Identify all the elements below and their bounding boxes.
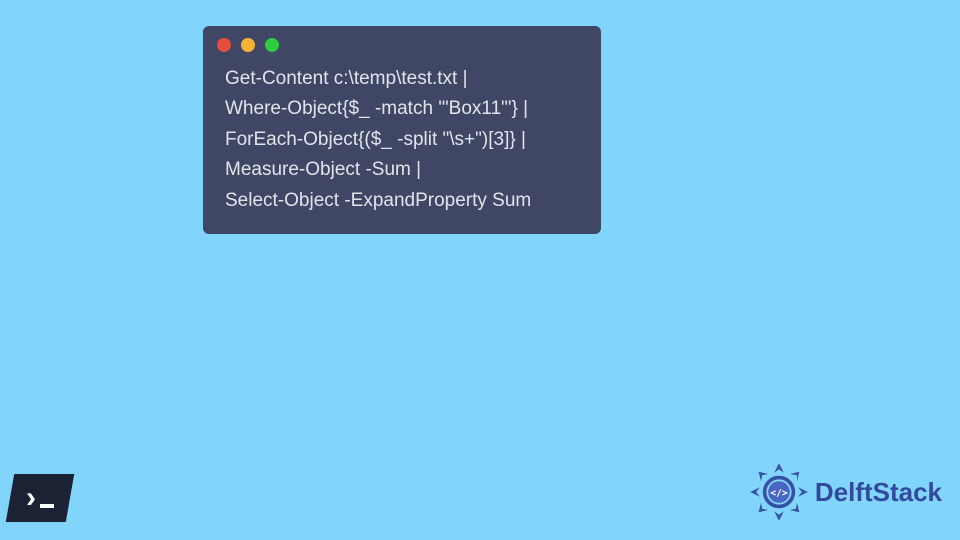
code-window: Get-Content c:\temp\test.txt | Where-Obj… bbox=[203, 26, 601, 234]
brand: </> DelftStack bbox=[749, 462, 942, 522]
svg-text:</>: </> bbox=[770, 488, 788, 499]
minimize-dot-icon[interactable] bbox=[241, 38, 255, 52]
brand-text: DelftStack bbox=[815, 477, 942, 508]
chevron-right-icon: › bbox=[26, 483, 36, 513]
delftstack-logo-icon: </> bbox=[749, 462, 809, 522]
code-line: ForEach-Object{($_ -split "\s+")[3]} | bbox=[225, 129, 526, 150]
maximize-dot-icon[interactable] bbox=[265, 38, 279, 52]
close-dot-icon[interactable] bbox=[217, 38, 231, 52]
code-line: Measure-Object -Sum | bbox=[225, 159, 421, 180]
underscore-icon bbox=[40, 504, 54, 508]
powershell-icon: › bbox=[6, 474, 74, 522]
code-line: Get-Content c:\temp\test.txt | bbox=[225, 68, 468, 89]
code-line: Where-Object{$_ -match '"Box11"'} | bbox=[225, 98, 528, 119]
window-titlebar bbox=[203, 26, 601, 58]
code-line: Select-Object -ExpandProperty Sum bbox=[225, 190, 531, 211]
code-body: Get-Content c:\temp\test.txt | Where-Obj… bbox=[203, 58, 601, 220]
